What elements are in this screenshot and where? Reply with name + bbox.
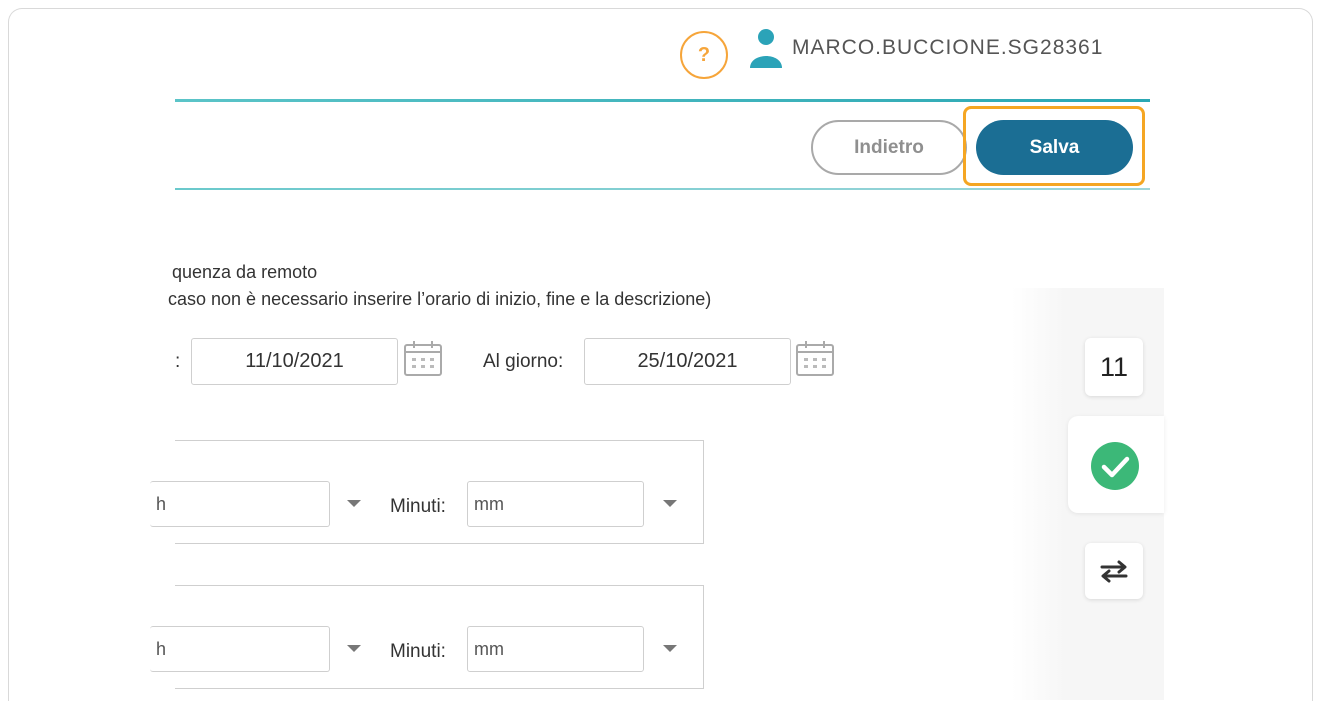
user-icon [750,29,782,68]
chevron-down-icon[interactable] [347,500,361,507]
day-badge[interactable]: 11 [1085,338,1143,396]
end-minutes-select[interactable]: mm [467,626,644,672]
end-minutes-label: Minuti: [390,641,446,662]
end-hours-select[interactable]: h [150,626,330,672]
help-icon[interactable]: ? [680,31,728,79]
toolbar-top-divider [175,99,1150,102]
calendar-icon[interactable] [795,340,835,378]
from-date-label: : [175,351,181,372]
username[interactable]: MARCO.BUCCIONE.SG28361 [792,36,1103,60]
start-minutes-select[interactable]: mm [467,481,644,527]
swap-arrows-icon [1100,560,1128,583]
swap-button[interactable] [1085,543,1143,599]
from-date-field[interactable]: 11/10/2021 [191,338,398,385]
help-icon-label: ? [697,43,711,66]
remote-attendance-note: caso non è necessario inserire l’orario … [168,289,712,309]
remote-attendance-label: quenza da remoto [172,262,318,282]
start-minutes-label: Minuti: [390,496,446,517]
chevron-down-icon[interactable] [663,500,677,507]
chevron-down-icon[interactable] [663,645,677,652]
chevron-down-icon[interactable] [347,645,361,652]
to-date-field[interactable]: 25/10/2021 [584,338,791,385]
start-hours-select[interactable]: h [150,481,330,527]
calendar-icon[interactable] [403,340,443,378]
check-circle-icon[interactable] [1090,441,1140,491]
save-button[interactable]: Salva [976,120,1133,175]
to-date-label: Al giorno: [483,351,564,372]
back-button[interactable]: Indietro [811,120,967,175]
toolbar-bottom-divider [175,188,1150,190]
